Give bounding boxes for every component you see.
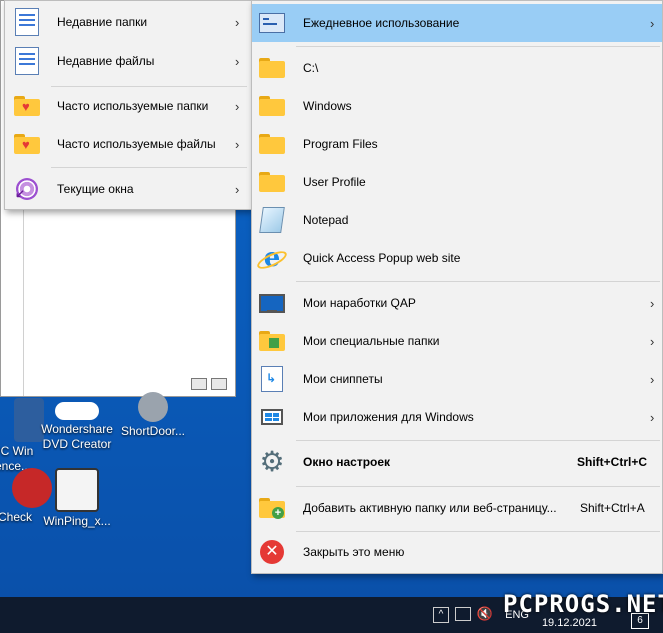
menu-item-label: Окно настроек [303,455,391,469]
menu-item-frequent-folders[interactable]: ♥ Часто используемые папки › [5,87,251,125]
menu-item-recent-files[interactable]: Недавние файлы › [5,42,251,80]
menu-item-label: Добавить активную папку или веб-страницу… [303,501,557,515]
menu-item-qap-work[interactable]: Мои наработки QAP › [252,284,662,322]
snippet-icon: ↳ [258,365,286,393]
chevron-right-icon: › [650,15,655,31]
notepad-icon [258,206,286,234]
menu-item-label: Notepad [303,213,349,227]
menu-item-label: Закрыть это меню [303,545,405,559]
windows-target-icon: ↙ [13,175,41,203]
left-popup-menu: Недавние папки › Недавние файлы › ♥ Част… [4,0,252,210]
puzzle-folder-icon [258,327,286,355]
menu-item-label: Ежедневное использование [303,16,460,30]
menu-item-label: Часто используемые файлы [57,137,216,151]
menu-item-label: Quick Access Popup web site [303,251,461,265]
recent-files-icon [13,47,41,75]
folder-icon [258,168,286,196]
menu-item-add-folder[interactable]: + Добавить активную папку или веб-страни… [252,489,662,527]
menu-item-recent-folders[interactable]: Недавние папки › [5,3,251,41]
windows-apps-icon [258,403,286,431]
menu-item-shortcut: Shift+Ctrl+A [580,501,645,515]
menu-item-user-profile[interactable]: User Profile [252,163,662,201]
close-icon: ✕ [258,538,286,566]
menu-item-c-drive[interactable]: C:\ [252,49,662,87]
menu-separator [296,46,660,47]
menu-item-label: C:\ [303,61,319,75]
menu-item-shortcut: Shift+Ctrl+C [577,455,648,469]
menu-item-daily-use[interactable]: Ежедневное использование › [252,4,662,42]
menu-item-program-files[interactable]: Program Files [252,125,662,163]
chevron-right-icon: › [650,409,655,425]
chevron-right-icon: › [235,136,240,152]
menu-item-current-windows[interactable]: ↙ Текущие окна › [5,170,251,208]
menu-item-label: Program Files [303,137,378,151]
menu-item-label: Недавние файлы [57,54,155,68]
volume-muted-icon[interactable]: 🔇 [477,606,493,622]
gear-icon [138,392,168,422]
chevron-right-icon: › [650,295,655,311]
folder-icon [258,92,286,120]
heart-folder-icon: ♥ [13,130,41,158]
view-mode-buttons[interactable] [191,378,227,390]
desktop-icon-winping[interactable]: WinPing_x... [34,468,120,529]
menu-item-notepad[interactable]: Notepad [252,201,662,239]
menu-separator [51,167,247,168]
menu-item-special-folders[interactable]: Мои специальные папки › [252,322,662,360]
clock-date[interactable]: 19.12.2021 [542,617,597,629]
menu-separator [296,281,660,282]
gear-icon: ⚙ [259,446,285,477]
chevron-right-icon: › [235,181,240,197]
chevron-right-icon: › [235,98,240,114]
menu-item-label: Текущие окна [57,182,134,196]
menu-item-label: Windows [303,99,352,113]
menu-item-close-menu[interactable]: ✕ Закрыть это меню [252,533,662,571]
folder-icon [258,54,286,82]
show-hidden-icons-icon[interactable]: ^ [433,607,449,623]
recent-folders-icon [13,8,41,36]
menu-item-label: Часто используемые папки [57,99,209,113]
menu-item-settings[interactable]: ⚙ Окно настроек Shift+Ctrl+C [252,443,662,481]
menu-item-label: Мои сниппеты [303,372,383,386]
watermark-logo: PCPROGS.NET [503,590,663,618]
monitor-icon [258,289,286,317]
details-view-icon[interactable] [191,378,207,390]
chevron-right-icon: › [650,333,655,349]
app-icon [55,402,99,420]
chevron-right-icon: › [650,371,655,387]
chevron-right-icon: › [235,53,240,69]
desktop-icon-shortdoor[interactable]: ShortDoor... [110,392,196,439]
preview-view-icon[interactable] [211,378,227,390]
add-folder-icon: + [258,494,286,522]
network-icon[interactable] [455,607,471,621]
menu-item-label: User Profile [303,175,366,189]
right-popup-menu: Ежедневное использование › C:\ Windows P… [251,0,663,574]
heart-folder-icon: ♥ [13,92,41,120]
daily-use-icon [258,9,286,37]
chevron-right-icon: › [235,14,240,30]
menu-separator [296,440,660,441]
menu-item-label: Мои специальные папки [303,334,440,348]
menu-separator [296,531,660,532]
app-icon [55,468,99,512]
menu-separator [296,486,660,487]
menu-item-snippets[interactable]: ↳ Мои сниппеты › [252,360,662,398]
menu-item-label: Мои наработки QAP [303,296,416,310]
menu-item-label: Мои приложения для Windows [303,410,474,424]
menu-item-frequent-files[interactable]: ♥ Часто используемые файлы › [5,125,251,163]
menu-item-windows[interactable]: Windows [252,87,662,125]
folder-icon [258,130,286,158]
menu-item-label: Недавние папки [57,15,148,29]
menu-item-windows-apps[interactable]: Мои приложения для Windows › [252,398,662,436]
menu-item-qap-website[interactable]: e Quick Access Popup web site [252,239,662,277]
internet-explorer-icon: e [254,244,290,273]
desktop-icon-wondershare[interactable]: Wondershare DVD Creator [34,398,120,452]
